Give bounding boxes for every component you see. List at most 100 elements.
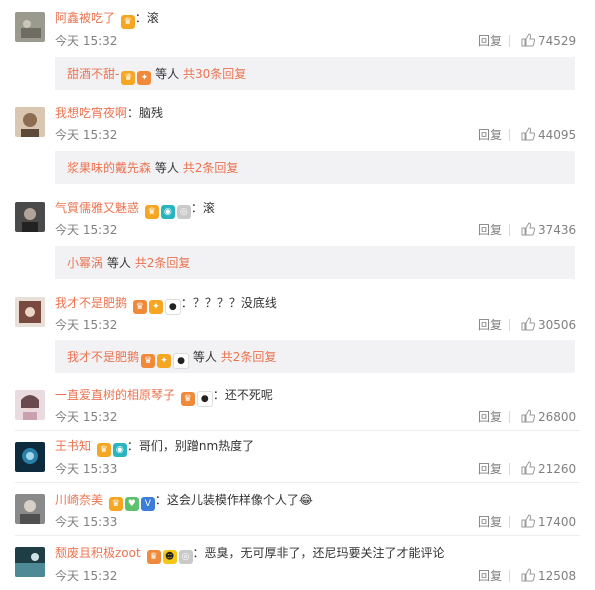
camera-badge-icon: ◉ bbox=[160, 205, 175, 219]
divider bbox=[509, 35, 510, 47]
like-count: 44095 bbox=[538, 128, 577, 142]
divider bbox=[509, 463, 510, 475]
reply-user-name[interactable]: 甜酒不甜- bbox=[67, 67, 119, 81]
vip-badge-icon: V bbox=[140, 497, 155, 511]
avatar[interactable] bbox=[15, 494, 45, 524]
divider bbox=[509, 224, 510, 236]
commenter-name[interactable]: 我想吃宵夜啊 bbox=[55, 106, 127, 120]
avatar[interactable] bbox=[15, 442, 45, 472]
reply-user-name[interactable]: 浆果味的戴先森 bbox=[67, 161, 151, 175]
reply-user-name[interactable]: 我才不是肥鹅 bbox=[67, 350, 139, 364]
reply-button[interactable]: 回复 bbox=[478, 317, 502, 333]
member-badge-icon: ♛ bbox=[132, 300, 147, 314]
reply-button[interactable]: 回复 bbox=[478, 461, 502, 477]
medal-icon: ✦ bbox=[157, 354, 172, 368]
comment-time: 今天 15:32 bbox=[55, 569, 118, 583]
reply-user-name[interactable]: 小幂涡 bbox=[67, 256, 103, 270]
separator: ： bbox=[212, 388, 225, 402]
comment-text: 还不死呢 bbox=[224, 388, 273, 402]
like-count: 17400 bbox=[538, 515, 577, 529]
member-badge-icon: ♛ bbox=[96, 443, 111, 457]
divider bbox=[509, 516, 510, 528]
reply-button[interactable]: 回复 bbox=[478, 514, 502, 530]
panda-icon: ● bbox=[196, 391, 213, 407]
separator: ： bbox=[126, 439, 139, 453]
like-button[interactable]: 44095 bbox=[521, 127, 576, 143]
commenter-name[interactable]: 一直爱直树的相原琴子 bbox=[55, 388, 175, 402]
like-button[interactable]: 74529 bbox=[521, 33, 576, 49]
avatar[interactable] bbox=[15, 547, 45, 577]
thumbs-up-icon bbox=[521, 461, 536, 475]
divider bbox=[509, 411, 510, 423]
reply-button[interactable]: 回复 bbox=[478, 222, 502, 238]
member-badge-icon: ♛ bbox=[120, 15, 135, 29]
divider bbox=[509, 129, 510, 141]
reply-count-link[interactable]: 共30条回复 bbox=[183, 67, 246, 81]
avatar[interactable] bbox=[15, 390, 45, 420]
like-button[interactable]: 30506 bbox=[521, 317, 576, 333]
divider bbox=[509, 570, 510, 582]
like-button[interactable]: 26800 bbox=[521, 409, 576, 425]
divider bbox=[509, 319, 510, 331]
reply-summary[interactable]: 小幂涡 等人 共2条回复 bbox=[55, 246, 575, 279]
separator: ： bbox=[180, 296, 193, 310]
commenter-name[interactable]: 王书知 bbox=[55, 439, 91, 453]
separator: ： bbox=[192, 546, 205, 560]
reply-etc: 等人 bbox=[155, 67, 180, 81]
thumbs-up-icon bbox=[521, 514, 536, 528]
member-badge-icon: ♛ bbox=[180, 392, 195, 406]
avatar[interactable] bbox=[15, 12, 45, 42]
reply-count-link[interactable]: 共2条回复 bbox=[221, 350, 277, 364]
commenter-name[interactable]: 川崎奈美 bbox=[55, 493, 103, 507]
like-button[interactable]: 21260 bbox=[521, 461, 576, 477]
comment-time: 今天 15:32 bbox=[55, 34, 118, 48]
comment-text: 滚 bbox=[146, 11, 159, 25]
commenter-name[interactable]: 气質儒雅又魅惑 bbox=[55, 201, 139, 215]
comment-text: 这会儿装模作样像个人了😂 bbox=[166, 493, 313, 507]
like-count: 74529 bbox=[538, 34, 577, 48]
member-badge-icon: ♛ bbox=[108, 497, 123, 511]
panda-icon: ● bbox=[164, 299, 181, 315]
reply-summary[interactable]: 我才不是肥鹅 ♛ ✦ ● 等人 共2条回复 bbox=[55, 340, 575, 373]
commenter-name[interactable]: 颓废且积极zoot bbox=[55, 546, 141, 560]
like-count: 12508 bbox=[538, 569, 577, 583]
reply-etc: 等人 bbox=[192, 350, 217, 364]
comment-time: 今天 15:32 bbox=[55, 410, 118, 424]
reply-button[interactable]: 回复 bbox=[478, 127, 502, 143]
separator: ： bbox=[134, 11, 147, 25]
reply-count-link[interactable]: 共2条回复 bbox=[135, 256, 191, 270]
separator: ： bbox=[127, 106, 140, 120]
divider bbox=[15, 430, 580, 431]
avatar[interactable] bbox=[15, 202, 45, 232]
reply-summary[interactable]: 甜酒不甜- ♛ ✦ 等人 共30条回复 bbox=[55, 57, 575, 90]
comment-time: 今天 15:32 bbox=[55, 318, 118, 332]
reply-count-link[interactable]: 共2条回复 bbox=[183, 161, 239, 175]
like-button[interactable]: 12508 bbox=[521, 568, 576, 584]
sunglasses-emoji-icon: ☻ bbox=[162, 550, 177, 564]
thumbs-up-icon bbox=[521, 127, 536, 141]
member-badge-icon: ♛ bbox=[144, 205, 159, 219]
comment-text: 脑残 bbox=[139, 106, 164, 120]
medal-icon: ◎ bbox=[178, 550, 193, 564]
comment-time: 今天 15:33 bbox=[55, 515, 118, 529]
reply-summary[interactable]: 浆果味的戴先森 等人 共2条回复 bbox=[55, 151, 575, 184]
member-badge-icon: ♛ bbox=[141, 354, 156, 368]
thumbs-up-icon bbox=[521, 33, 536, 47]
reply-button[interactable]: 回复 bbox=[478, 33, 502, 49]
avatar[interactable] bbox=[15, 297, 45, 327]
reply-button[interactable]: 回复 bbox=[478, 409, 502, 425]
like-button[interactable]: 17400 bbox=[521, 514, 576, 530]
like-count: 26800 bbox=[538, 410, 577, 424]
commenter-name[interactable]: 阿鑫被吃了 bbox=[55, 11, 115, 25]
like-button[interactable]: 37436 bbox=[521, 222, 576, 238]
thumbs-up-icon bbox=[521, 317, 536, 331]
comment-text: 恶臭，无可厚非了，还尼玛要关注了才能评论 bbox=[204, 546, 445, 560]
heart-badge-icon: ♥ bbox=[124, 497, 139, 511]
comment-time: 今天 15:33 bbox=[55, 462, 118, 476]
separator: ： bbox=[190, 201, 203, 215]
reply-button[interactable]: 回复 bbox=[478, 568, 502, 584]
divider bbox=[15, 482, 580, 483]
avatar[interactable] bbox=[15, 107, 45, 137]
reply-etc: 等人 bbox=[154, 161, 179, 175]
commenter-name[interactable]: 我才不是肥鹅 bbox=[55, 296, 127, 310]
